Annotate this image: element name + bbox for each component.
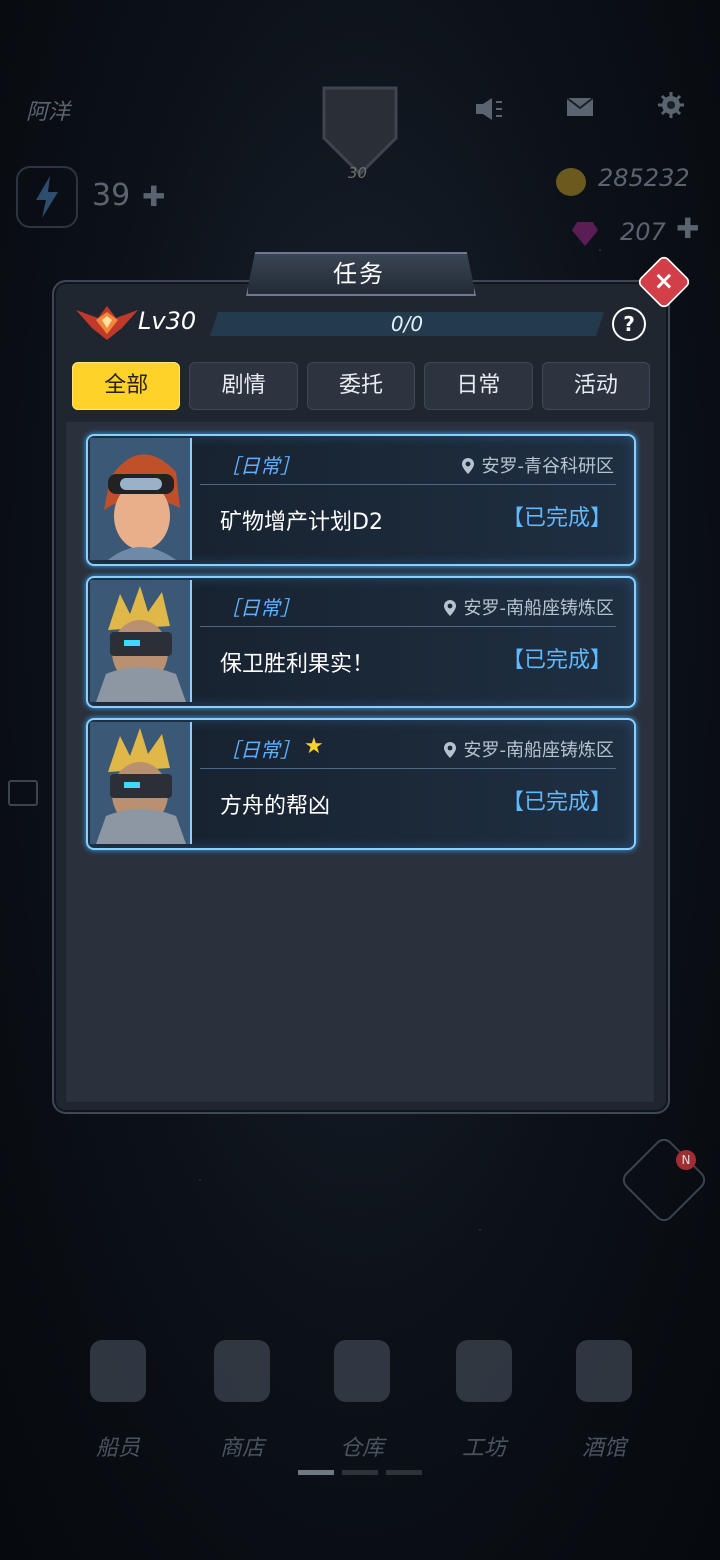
sound-icon[interactable]: [474, 96, 504, 126]
chat-icon[interactable]: [8, 780, 38, 806]
add-energy-icon[interactable]: ✚: [142, 180, 165, 213]
nav-workshop[interactable]: 工坊: [434, 1340, 534, 1462]
task-location: 安罗-南船座铸炼区: [443, 736, 615, 762]
coin-icon: [556, 168, 586, 196]
nav-label: 酒馆: [581, 1436, 626, 1461]
new-badge: N: [676, 1150, 696, 1170]
nav-warehouse[interactable]: 仓库: [312, 1340, 412, 1462]
card-divider: [200, 484, 616, 485]
coin-value: 285232: [598, 164, 690, 192]
modal-title: 任务: [333, 260, 385, 288]
avatar-level: 30: [348, 164, 368, 182]
tab-story[interactable]: 剧情: [189, 362, 298, 410]
add-gem-icon[interactable]: ✚: [676, 212, 699, 245]
location-pin-icon: [461, 458, 474, 474]
nav-label: 仓库: [339, 1436, 384, 1461]
star-icon: ★: [304, 734, 324, 759]
task-location: 安罗-南船座铸炼区: [443, 594, 615, 620]
rank-badge-icon: [76, 306, 138, 340]
task-card[interactable]: ［日常］ 安罗-青谷科研区 矿物增产计划D2 【已完成】: [86, 434, 636, 566]
nav-tavern[interactable]: 酒馆: [554, 1340, 654, 1462]
help-button[interactable]: ?: [612, 307, 646, 341]
task-status: 【已完成】: [501, 506, 612, 531]
close-icon: ×: [653, 267, 675, 296]
tab-all[interactable]: 全部: [72, 362, 181, 410]
nav-shop[interactable]: 商店: [192, 1340, 292, 1462]
task-status: 【已完成】: [501, 790, 612, 815]
visor-soldier-icon: [90, 722, 192, 844]
task-card[interactable]: ［日常］ 安罗-南船座铸炼区 保卫胜利果实！ 【已完成】: [86, 576, 636, 708]
tab-daily[interactable]: 日常: [424, 362, 533, 410]
category-tabs: 全部 剧情 委托 日常 活动: [72, 362, 651, 410]
page-indicator: [298, 1470, 422, 1475]
location-text: 安罗-青谷科研区: [481, 456, 615, 477]
gem-value: 207: [620, 218, 666, 246]
location-text: 安罗-南船座铸炼区: [463, 740, 615, 761]
lightning-icon: [36, 176, 58, 218]
location-pin-icon: [443, 742, 456, 758]
tab-commission[interactable]: 委托: [306, 362, 416, 410]
tavern-icon: [576, 1340, 632, 1402]
player-level: Lv30: [138, 307, 197, 335]
card-divider: [200, 626, 616, 627]
progress-bar: 0/0: [210, 312, 604, 336]
female-goggles-icon: [90, 438, 192, 560]
bottom-nav: 船员 商店 仓库 工坊 酒馆: [0, 1340, 720, 1480]
location-pin-icon: [443, 600, 456, 616]
mail-icon[interactable]: [566, 96, 594, 122]
nav-crew[interactable]: 船员: [68, 1340, 168, 1462]
progress-text: 0/0: [390, 312, 424, 336]
energy-frame: [16, 166, 78, 228]
task-type: ［日常］: [220, 454, 300, 478]
gear-icon[interactable]: [658, 92, 684, 122]
nav-label: 工坊: [461, 1436, 506, 1461]
energy-value: 39: [92, 178, 131, 213]
nav-label: 商店: [219, 1436, 264, 1461]
crew-icon: [90, 1340, 146, 1402]
workshop-icon: [456, 1340, 512, 1402]
warehouse-icon: [334, 1340, 390, 1402]
shop-icon: [214, 1340, 270, 1402]
location-text: 安罗-南船座铸炼区: [463, 598, 615, 619]
visor-soldier-icon: [90, 580, 192, 702]
nav-label: 船员: [95, 1436, 140, 1461]
task-name: 方舟的帮凶: [220, 794, 331, 819]
task-name: 矿物增产计划D2: [220, 510, 383, 535]
player-name: 阿洋: [26, 100, 71, 125]
tab-event[interactable]: 活动: [541, 362, 651, 410]
task-type: ［日常］: [220, 738, 300, 762]
task-card[interactable]: ［日常］ ★ 安罗-南船座铸炼区 方舟的帮凶 【已完成】: [86, 718, 636, 850]
card-divider: [200, 768, 616, 769]
avatar-shield-icon: [322, 86, 398, 177]
task-type: ［日常］: [220, 596, 300, 620]
task-status: 【已完成】: [501, 648, 612, 673]
player-avatar[interactable]: 30: [320, 78, 400, 182]
task-name: 保卫胜利果实！: [220, 652, 375, 677]
task-location: 安罗-青谷科研区: [461, 452, 615, 478]
